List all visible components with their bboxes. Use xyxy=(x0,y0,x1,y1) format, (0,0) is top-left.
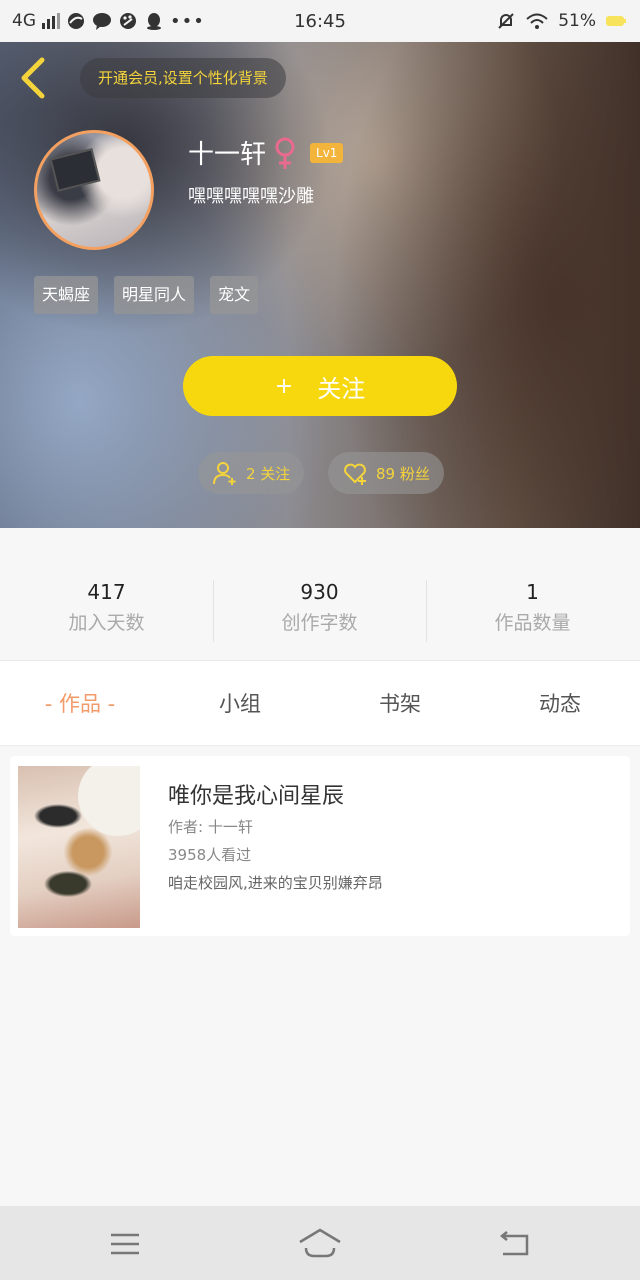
home-button[interactable] xyxy=(298,1224,342,1264)
following-count: 2 关注 xyxy=(246,464,291,483)
stat-word-count: 930 创作字数 xyxy=(213,580,426,635)
plus-icon: + xyxy=(274,373,294,399)
work-views: 3958人看过 xyxy=(168,846,252,864)
work-title: 唯你是我心间星辰 xyxy=(168,784,345,809)
status-right: 51% xyxy=(496,11,628,31)
stat-value: 1 xyxy=(526,580,539,604)
stat-label: 创作字数 xyxy=(281,612,358,634)
palette-icon xyxy=(120,13,136,29)
stat-value: 930 xyxy=(300,580,339,604)
menu-button[interactable] xyxy=(105,1224,145,1264)
menu-icon xyxy=(111,1233,139,1255)
work-card[interactable]: 唯你是我心间星辰 作者: 十一轩 3958人看过 咱走校园风,进来的宝贝别嫌弃昂 xyxy=(10,756,630,936)
tab-bar: - 作品 - 小组 书架 动态 xyxy=(0,660,640,746)
avatar[interactable] xyxy=(34,130,154,250)
fans-count: 89 粉丝 xyxy=(376,464,430,483)
stat-label: 作品数量 xyxy=(494,612,571,634)
tab-works[interactable]: - 作品 - xyxy=(0,661,160,747)
follow-label: 关注 xyxy=(317,374,366,403)
work-author: 作者: 十一轩 xyxy=(168,818,253,836)
home-icon xyxy=(299,1228,341,1258)
stat-work-count: 1 作品数量 xyxy=(426,580,639,635)
profile-header: 开通会员,设置个性化背景 十一轩 Lv1 嘿嘿嘿嘿嘿沙雕 天蝎座 明星同人 宠文… xyxy=(0,42,640,528)
heart-plus-icon xyxy=(344,463,366,485)
following-count-button[interactable]: 2 关注 xyxy=(198,452,305,494)
network-type: 4G xyxy=(12,11,36,31)
wifi-icon xyxy=(526,13,548,29)
browser-icon xyxy=(68,13,84,29)
tab-activity[interactable]: 动态 xyxy=(480,661,640,747)
back-nav-button[interactable] xyxy=(495,1224,535,1264)
stat-value: 417 xyxy=(87,580,126,604)
tab-groups[interactable]: 小组 xyxy=(160,661,320,747)
stats-bar: 417 加入天数 930 创作字数 1 作品数量 xyxy=(0,528,640,658)
status-bar: 4G ••• 16:45 51% xyxy=(0,0,640,42)
tag-item: 天蝎座 xyxy=(34,276,99,314)
name-row: 十一轩 Lv1 xyxy=(188,134,344,171)
fans-count-button[interactable]: 89 粉丝 xyxy=(328,452,444,494)
tag-item: 宠文 xyxy=(210,276,259,314)
chevron-left-icon xyxy=(21,57,45,99)
return-icon xyxy=(499,1231,529,1256)
user-add-icon xyxy=(213,462,236,485)
tag-list: 天蝎座 明星同人 宠文 xyxy=(34,276,259,314)
level-badge: Lv1 xyxy=(310,142,344,163)
back-button[interactable] xyxy=(14,56,54,100)
stat-label: 加入天数 xyxy=(68,612,145,634)
username: 十一轩 xyxy=(188,140,267,170)
stat-join-days: 417 加入天数 xyxy=(0,580,213,635)
work-description: 咱走校园风,进来的宝贝别嫌弃昂 xyxy=(168,874,383,892)
battery-icon xyxy=(606,16,626,26)
qq-icon xyxy=(147,13,161,30)
status-left: 4G ••• xyxy=(12,11,205,32)
chat-icon xyxy=(93,13,111,30)
work-cover-image xyxy=(18,766,140,928)
mute-icon xyxy=(498,13,514,29)
works-list: 唯你是我心间星辰 作者: 十一轩 3958人看过 咱走校园风,进来的宝贝别嫌弃昂 xyxy=(0,746,640,1206)
more-icon: ••• xyxy=(170,10,205,32)
battery-percent: 51% xyxy=(558,11,596,31)
clock: 16:45 xyxy=(294,10,346,32)
signal-icon xyxy=(42,13,60,29)
female-icon xyxy=(275,137,295,169)
tag-item: 明星同人 xyxy=(114,276,195,314)
vip-background-prompt[interactable]: 开通会员,设置个性化背景 xyxy=(80,58,286,98)
system-nav-bar xyxy=(0,1206,640,1280)
tab-bookshelf[interactable]: 书架 xyxy=(320,661,480,747)
signature: 嘿嘿嘿嘿嘿沙雕 xyxy=(188,186,314,207)
follow-button[interactable]: + 关注 xyxy=(183,356,457,416)
